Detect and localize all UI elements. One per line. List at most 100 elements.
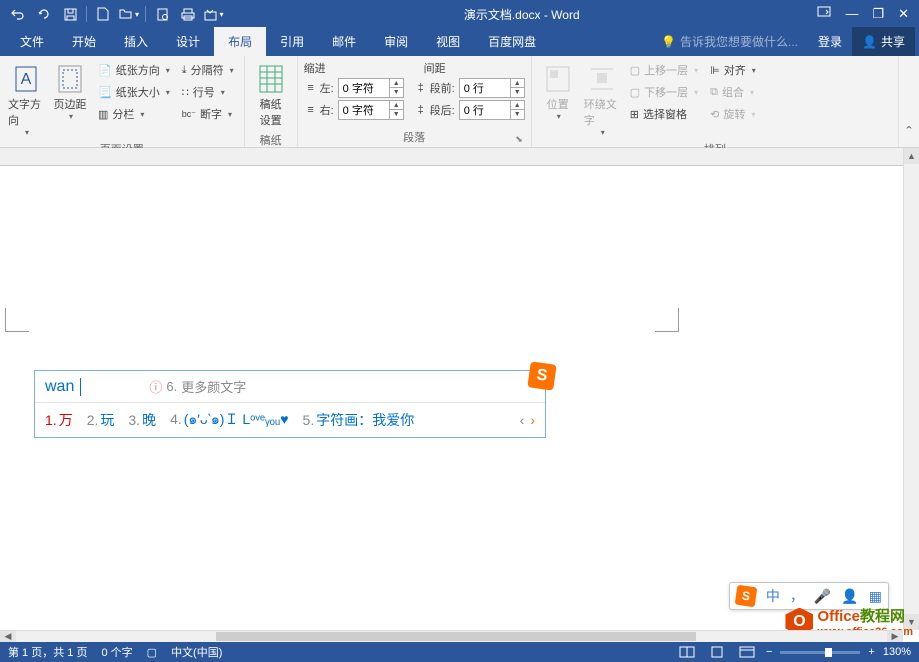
restore-button[interactable]: ❐ [872,6,884,22]
page[interactable]: wan ⓘ 6. 更多颜文字 S 1.万 2.玩 3.晚 4.(๑′ᴗ‵๑)Ｉ … [0,166,903,630]
ime-candidate-3[interactable]: 3.晚 [128,410,156,430]
tab-baidu[interactable]: 百度网盘 [474,27,550,56]
minimize-button[interactable]: — [845,6,858,22]
sogou-toolbox-button[interactable]: ▦ [869,588,882,605]
indent-left-input[interactable] [339,82,389,94]
spin-down[interactable]: ▼ [390,88,403,97]
position-button[interactable]: 位置▾ [538,60,578,123]
ime-prev-page[interactable]: ‹ [520,412,525,428]
indent-right-spinner[interactable]: ▲▼ [338,100,404,120]
tab-mailings[interactable]: 邮件 [318,27,370,56]
indent-left-spinner[interactable]: ▲▼ [338,78,404,98]
zoom-out-button[interactable]: − [766,646,772,658]
sogou-voice-button[interactable]: 🎤 [814,588,831,605]
share-button[interactable]: 👤 共享 [852,27,915,56]
scroll-up-button[interactable]: ▲ [904,148,919,164]
line-numbers-button[interactable]: ∷行号▾ [178,82,238,102]
sogou-punct-toggle[interactable]: ， [790,586,804,606]
proofing-icon[interactable]: ▢ [147,646,157,659]
manuscript-settings-button[interactable]: 稿纸 设置 [251,60,291,130]
ime-candidate-1[interactable]: 1.万 [45,410,73,430]
space-before-input[interactable] [460,82,510,94]
size-button[interactable]: 📃纸张大小▾ [94,82,174,102]
text-direction-button[interactable]: A 文字方向▾ [6,60,46,139]
close-button[interactable]: ✕ [898,6,909,22]
window-title: 演示文档.docx - Word [226,6,817,23]
word-count[interactable]: 0 个字 [101,644,132,660]
space-before-spinner[interactable]: ▲▼ [459,78,525,98]
columns-icon: ▥ [98,108,108,121]
spin-up[interactable]: ▲ [390,101,403,110]
tab-review[interactable]: 审阅 [370,27,422,56]
tell-me-search[interactable]: 💡 告诉我您想要做什么... [651,33,808,50]
tab-layout[interactable]: 布局 [214,27,266,56]
qat-customize-button[interactable]: ▾ [202,2,226,26]
horizontal-scrollbar[interactable]: ◀ ▶ [0,630,903,642]
web-layout-button[interactable] [736,644,758,660]
ime-next-page[interactable]: › [530,412,535,428]
spin-up[interactable]: ▲ [511,79,524,88]
paragraph-dialog-launcher[interactable]: ⬊ [515,134,523,145]
save-button[interactable] [58,2,82,26]
space-after-spinner[interactable]: ▲▼ [459,100,525,120]
spin-up[interactable]: ▲ [511,101,524,110]
zoom-slider[interactable] [780,651,860,654]
tab-references[interactable]: 引用 [266,27,318,56]
print-layout-button[interactable] [706,644,728,660]
tab-view[interactable]: 视图 [422,27,474,56]
ime-candidate-5[interactable]: 5.字符画：我爱你 [303,410,415,430]
sogou-skin-button[interactable]: 👤 [841,588,858,605]
redo-button[interactable] [32,2,56,26]
align-icon: ⊫ [710,64,720,77]
scroll-left-button[interactable]: ◀ [0,631,16,642]
print-button[interactable] [176,2,200,26]
zoom-knob[interactable] [825,648,832,657]
breaks-button[interactable]: ⤓分隔符▾ [178,60,238,80]
tab-insert[interactable]: 插入 [110,27,162,56]
tab-home[interactable]: 开始 [58,27,110,56]
columns-button[interactable]: ▥分栏▾ [94,104,174,124]
separator [86,6,87,22]
person-icon: 👤 [862,35,877,49]
ime-hint[interactable]: ⓘ 6. 更多颜文字 [149,377,246,396]
zoom-level[interactable]: 130% [883,646,911,658]
new-button[interactable] [91,2,115,26]
login-button[interactable]: 登录 [808,27,852,56]
scroll-track[interactable] [16,631,887,642]
spin-down[interactable]: ▼ [511,88,524,97]
horizontal-ruler[interactable] [0,148,903,166]
spin-down[interactable]: ▼ [511,110,524,119]
read-mode-button[interactable] [676,644,698,660]
selection-pane-button[interactable]: ⊞选择窗格 [626,104,702,124]
collapse-ribbon-button[interactable]: ˆ [899,56,919,147]
group-page-setup: A 文字方向▾ 页边距▾ 📄纸张方向▾ 📃纸张大小▾ ▥分栏▾ ⤓分隔符▾ ∷行… [0,56,245,147]
ime-candidate-4[interactable]: 4.(๑′ᴗ‵๑)Ｉ Lᵒᵛᵉᵧₒᵤ♥ [170,409,288,431]
document-area[interactable]: wan ⓘ 6. 更多颜文字 S 1.万 2.玩 3.晚 4.(๑′ᴗ‵๑)Ｉ … [0,148,903,630]
open-button[interactable]: ▾ [117,2,141,26]
indent-right-input[interactable] [339,104,389,116]
hyphenation-button[interactable]: bc⁻断字▾ [178,104,238,124]
orientation-button[interactable]: 📄纸张方向▾ [94,60,174,80]
undo-button[interactable] [6,2,30,26]
ime-candidate-2[interactable]: 2.玩 [87,410,115,430]
margins-button[interactable]: 页边距▾ [50,60,90,123]
zoom-in-button[interactable]: + [868,646,874,658]
wrap-text-button[interactable]: 环绕文字▾ [582,60,622,139]
scroll-right-button[interactable]: ▶ [887,631,903,642]
share-label: 共享 [881,33,905,50]
tab-design[interactable]: 设计 [162,27,214,56]
print-preview-button[interactable] [150,2,174,26]
page-indicator[interactable]: 第 1 页，共 1 页 [8,644,87,660]
align-button[interactable]: ⊫对齐▾ [706,60,760,80]
spin-up[interactable]: ▲ [390,79,403,88]
tab-file[interactable]: 文件 [6,27,58,56]
sogou-lang-toggle[interactable]: 中 [766,586,780,606]
margins-label: 页边距 [54,96,87,112]
ribbon-options-button[interactable] [817,6,831,22]
space-after-input[interactable] [460,104,510,116]
ime-candidate-window[interactable]: wan ⓘ 6. 更多颜文字 S 1.万 2.玩 3.晚 4.(๑′ᴗ‵๑)Ｉ … [34,370,546,438]
scroll-thumb[interactable] [216,632,696,641]
language-indicator[interactable]: 中文(中国) [171,644,222,660]
spin-down[interactable]: ▼ [390,110,403,119]
vertical-scrollbar[interactable]: ▲ ▼ [903,148,919,630]
